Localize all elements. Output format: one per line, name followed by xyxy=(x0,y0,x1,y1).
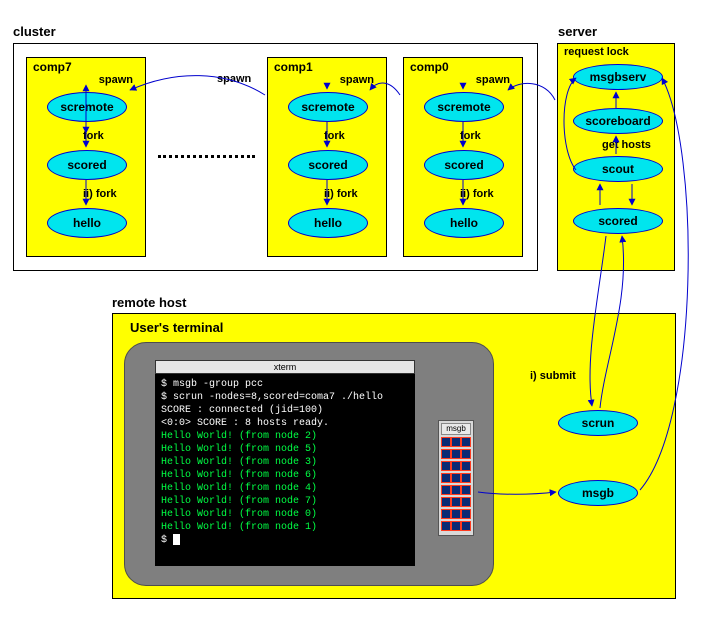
spawn-label-between: spawn xyxy=(217,73,251,85)
proc-scoreboard: scoreboard xyxy=(573,108,663,134)
get-hosts-label: get hosts xyxy=(602,139,651,151)
proc-hello-comp0: hello xyxy=(424,208,504,238)
proc-msgbserv: msgbserv xyxy=(573,64,663,90)
scoreboard-row xyxy=(441,497,471,507)
cluster-ellipsis xyxy=(158,155,255,158)
scoreboard-widget: msgb xyxy=(438,420,474,536)
terminal-screen: $ msgb -group pcc $ scrun -nodes=8,score… xyxy=(155,374,415,566)
proc-scremote-comp1: scremote xyxy=(288,92,368,122)
node-comp1-spawn-label: spawn xyxy=(340,74,374,86)
cluster-label: cluster xyxy=(13,24,56,39)
proc-scored-comp0: scored xyxy=(424,150,504,180)
proc-scremote-comp7: scremote xyxy=(47,92,127,122)
fork-label-comp0-2: ii) fork xyxy=(460,188,494,200)
proc-msgb: msgb xyxy=(558,480,638,506)
scoreboard-row xyxy=(441,461,471,471)
scoreboard-row xyxy=(441,437,471,447)
request-lock-label: request lock xyxy=(564,46,629,58)
scoreboard-row xyxy=(441,485,471,495)
proc-server-scored: scored xyxy=(573,208,663,234)
proc-scrun: scrun xyxy=(558,410,638,436)
proc-hello-comp7: hello xyxy=(47,208,127,238)
node-comp7-title: comp7 xyxy=(33,60,72,74)
user-terminal-label: User's terminal xyxy=(130,320,223,335)
server-box: request lock msgbserv scoreboard get hos… xyxy=(557,43,675,271)
fork-label-comp1-2: ii) fork xyxy=(324,188,358,200)
fork-label-comp7-1: fork xyxy=(83,130,104,142)
proc-scored-comp7: scored xyxy=(47,150,127,180)
node-comp0-spawn-label: spawn xyxy=(476,74,510,86)
fork-label-comp1-1: fork xyxy=(324,130,345,142)
remote-host-label: remote host xyxy=(112,295,186,310)
scoreboard-row xyxy=(441,521,471,531)
node-comp0-title: comp0 xyxy=(410,60,449,74)
terminal-titlebar: xterm xyxy=(155,360,415,374)
submit-label: i) submit xyxy=(530,370,576,382)
node-comp1-title: comp1 xyxy=(274,60,313,74)
scoreboard-row xyxy=(441,449,471,459)
node-comp7: comp7 spawn scremote fork scored ii) for… xyxy=(26,57,146,257)
proc-hello-comp1: hello xyxy=(288,208,368,238)
proc-scored-comp1: scored xyxy=(288,150,368,180)
node-comp1: comp1 spawn scremote fork scored ii) for… xyxy=(267,57,387,257)
proc-scout: scout xyxy=(573,156,663,182)
scoreboard-row xyxy=(441,473,471,483)
node-comp0: comp0 spawn scremote fork scored ii) for… xyxy=(403,57,523,257)
fork-label-comp7-2: ii) fork xyxy=(83,188,117,200)
node-comp7-spawn-label: spawn xyxy=(99,74,133,86)
proc-scremote-comp0: scremote xyxy=(424,92,504,122)
scoreboard-row xyxy=(441,509,471,519)
server-label: server xyxy=(558,24,597,39)
fork-label-comp0-1: fork xyxy=(460,130,481,142)
scoreboard-widget-title: msgb xyxy=(441,423,471,435)
